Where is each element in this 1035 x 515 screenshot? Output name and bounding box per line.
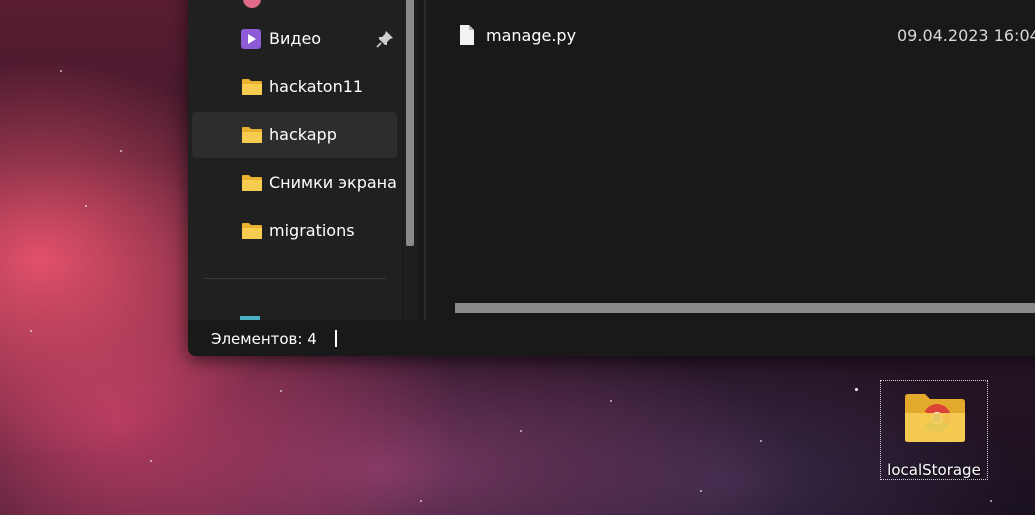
chrome-folder-icon [905, 394, 965, 442]
nav-item-hackaton11[interactable]: hackaton11 [192, 64, 397, 110]
navigation-pane: Видео hackaton11 hackapp Снимки экрана m… [188, 0, 402, 320]
nav-divider [204, 278, 386, 279]
video-folder-icon [241, 29, 261, 49]
folder-icon [242, 79, 262, 95]
nav-item-label: Видео [269, 29, 322, 48]
folder-icon [242, 127, 262, 143]
nav-item-video[interactable]: Видео [192, 16, 397, 62]
music-icon [243, 0, 261, 8]
file-row[interactable]: manage.py 09.04.2023 16:04 [456, 24, 1035, 54]
file-list-pane: manage.py 09.04.2023 16:04 [426, 0, 1035, 320]
file-name: manage.py [486, 26, 577, 45]
folder-icon [242, 223, 262, 239]
nav-item-label: migrations [269, 221, 355, 240]
nav-scrollbar-thumb[interactable] [406, 0, 414, 246]
folder-icon [242, 175, 262, 191]
desktop-icon-localstorage[interactable]: localStorage [880, 380, 988, 480]
text-caret [335, 330, 337, 347]
nav-item-label: hackapp [269, 125, 337, 144]
nav-item-screenshots[interactable]: Снимки экрана [192, 160, 397, 206]
status-bar: Элементов: 4 [188, 320, 1035, 356]
horizontal-scrollbar[interactable] [455, 303, 1035, 313]
nav-item-migrations[interactable]: migrations [192, 208, 397, 254]
file-icon [460, 25, 474, 45]
file-modified-date: 09.04.2023 16:04 [897, 26, 1035, 45]
file-explorer-window: Видео hackaton11 hackapp Снимки экрана m… [188, 0, 1035, 356]
pin-icon[interactable] [376, 30, 394, 48]
nav-item-hackapp[interactable]: hackapp [192, 112, 397, 158]
desktop-icon-label: localStorage [887, 461, 981, 479]
nav-item-label: Снимки экрана [269, 173, 397, 192]
items-count: Элементов: 4 [211, 330, 317, 348]
nav-item-label: hackaton11 [269, 77, 364, 96]
